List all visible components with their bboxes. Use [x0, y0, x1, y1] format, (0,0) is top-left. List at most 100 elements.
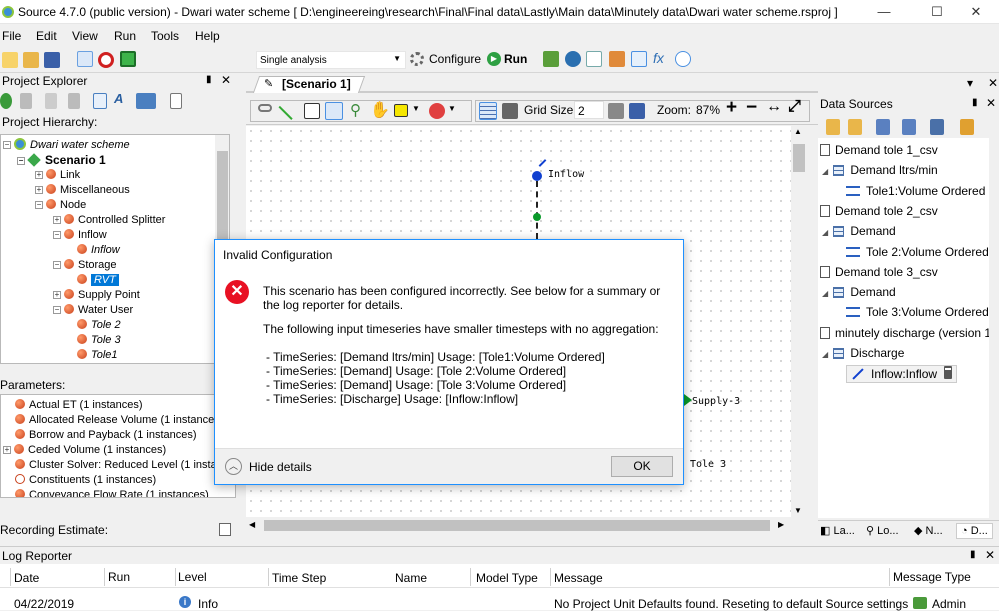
col-run[interactable]: Run — [108, 570, 130, 584]
new-project-icon[interactable] — [2, 52, 18, 68]
data-source-item[interactable]: ◢ Discharge — [822, 345, 904, 363]
pin-icon[interactable]: ▮ — [972, 97, 978, 108]
tab-close-button[interactable]: ✕ — [988, 76, 998, 90]
zoom-out-icon[interactable]: − — [746, 97, 757, 119]
expander-icon[interactable]: ◢ — [822, 350, 830, 359]
calculator-icon[interactable] — [120, 51, 136, 67]
function-icon[interactable]: fx — [653, 50, 664, 66]
col-message[interactable]: Message — [554, 571, 603, 585]
tree-item-controlled-splitter[interactable]: + Controlled Splitter — [53, 213, 165, 227]
grid-settings-icon[interactable] — [502, 103, 518, 119]
tree-item-tole2[interactable]: Tole 2 — [77, 318, 121, 332]
palette-icon[interactable] — [609, 51, 625, 67]
parameter-item[interactable]: Borrow and Payback (1 instances) — [15, 428, 197, 442]
tree-item-link[interactable]: + Link — [35, 168, 80, 182]
scroll-thumb[interactable] — [217, 151, 228, 241]
canvas-hscroll[interactable]: ◀ ▶ — [246, 517, 791, 534]
eye-tool-icon[interactable] — [325, 102, 343, 120]
tree-item-rvt[interactable]: RVT — [77, 273, 119, 287]
tree-item-water-user[interactable]: − Water User — [53, 303, 133, 317]
data-source-item[interactable]: Inflow:Inflow — [846, 365, 958, 384]
parameter-item[interactable]: Conveyance Flow Rate (1 instances) — [15, 488, 209, 497]
open-folder-icon[interactable] — [848, 119, 862, 135]
open-folder-icon[interactable] — [23, 52, 39, 68]
hand-tool-icon[interactable]: ✋ — [370, 100, 390, 120]
data-source-item[interactable]: ◢ Demand ltrs/min — [822, 162, 938, 180]
col-name[interactable]: Name — [395, 571, 427, 585]
data-source-item[interactable]: ◢ Demand — [822, 223, 896, 241]
chart-icon[interactable] — [586, 51, 602, 67]
data-source-item[interactable]: Tole 3:Volume Ordered — [846, 304, 999, 322]
tab-dropdown-icon[interactable]: ▾ — [967, 76, 973, 90]
close-panel-button[interactable]: ✕ — [986, 96, 996, 110]
copy-icon[interactable] — [20, 93, 32, 109]
record-icon[interactable] — [98, 52, 114, 68]
move-up-icon[interactable] — [876, 119, 890, 135]
analysis-mode-select[interactable]: Single analysis ▼ — [256, 51, 406, 69]
shape-tool-icon[interactable] — [394, 104, 408, 117]
col-date[interactable]: Date — [14, 571, 39, 585]
close-panel-button[interactable]: ✕ — [221, 73, 231, 87]
print-icon[interactable] — [608, 103, 624, 119]
select-icon[interactable] — [77, 51, 93, 67]
filter-icon[interactable] — [136, 93, 156, 109]
move-down-icon[interactable] — [902, 119, 916, 135]
grid-size-input[interactable]: 2 — [574, 101, 604, 119]
tab-data-sources[interactable]: ◔ D... — [956, 523, 993, 539]
close-panel-button[interactable]: ✕ — [985, 548, 995, 562]
tag-tool-icon[interactable] — [429, 103, 445, 119]
data-source-item[interactable]: Demand tole 1_csv — [820, 142, 938, 160]
expander-icon[interactable]: ◢ — [822, 167, 830, 176]
tree-item-tole1[interactable]: Tole1 — [77, 348, 118, 362]
run-play-icon[interactable]: ▶ — [487, 52, 501, 66]
hide-details-button[interactable]: Hide details — [249, 460, 312, 474]
tree-item-inflow-node[interactable]: Inflow — [77, 243, 120, 257]
chevron-down-icon[interactable]: ▼ — [448, 104, 456, 113]
save-canvas-icon[interactable] — [629, 103, 645, 119]
parameter-item[interactable]: + Ceded Volume (1 instances) — [3, 443, 166, 457]
close-window-button[interactable]: ✕ — [953, 0, 999, 24]
parameter-item[interactable]: Cluster Solver: Reduced Level (1 instanc… — [15, 458, 235, 472]
data-source-item[interactable]: minutely discharge (version 1)_xlsb — [820, 325, 999, 343]
fit-all-icon[interactable]: ⤢ — [788, 98, 801, 116]
tree-item-supply-point[interactable]: + Supply Point — [53, 288, 140, 302]
configure-button[interactable]: Configure — [429, 52, 481, 66]
col-time-step[interactable]: Time Step — [272, 571, 326, 585]
folder-icon[interactable] — [826, 119, 840, 135]
data-sources-scrollbar[interactable] — [989, 138, 999, 518]
scenario-tab[interactable]: [Scenario 1] — [282, 77, 351, 91]
layers-icon[interactable] — [543, 51, 559, 67]
note-tool-icon[interactable] — [304, 103, 320, 119]
pin-icon[interactable]: ▮ — [206, 74, 212, 85]
data-source-item[interactable]: Tole 2:Volume Ordered — [846, 244, 999, 262]
data-source-item[interactable]: Demand tole 2_csv — [820, 203, 938, 221]
globe-icon[interactable] — [565, 51, 581, 67]
save-icon[interactable] — [44, 52, 60, 68]
menu-run[interactable]: Run — [114, 29, 136, 43]
view-icon[interactable] — [93, 93, 107, 109]
fit-width-icon[interactable]: ↔ — [766, 98, 782, 116]
clipboard-icon[interactable] — [170, 93, 182, 109]
menu-edit[interactable]: Edit — [36, 29, 57, 43]
add-icon[interactable] — [0, 93, 12, 109]
inflow-node[interactable] — [532, 171, 542, 181]
link-midpoint[interactable] — [533, 213, 541, 221]
parameter-item[interactable]: Allocated Release Volume (1 instances) — [15, 413, 223, 427]
pin-icon[interactable]: ▮ — [970, 549, 976, 560]
link-line[interactable] — [536, 181, 538, 239]
scroll-left-icon[interactable]: ◀ — [249, 520, 255, 529]
scroll-right-icon[interactable]: ▶ — [778, 520, 784, 529]
parameter-item[interactable]: Actual ET (1 instances) — [15, 398, 143, 412]
col-model-type[interactable]: Model Type — [476, 571, 538, 585]
tab-locations[interactable]: ⚲ Lo... — [866, 524, 899, 537]
ok-button[interactable]: OK — [611, 456, 673, 477]
tree-item-storage[interactable]: − Storage — [53, 258, 117, 272]
timer-icon[interactable] — [675, 51, 691, 67]
menu-file[interactable]: File — [2, 29, 21, 43]
gear-icon[interactable] — [410, 52, 424, 66]
data-source-item[interactable]: Tole1:Volume Ordered — [846, 183, 999, 201]
tree-item-misc[interactable]: + Miscellaneous — [35, 183, 130, 197]
tree-item-inflow[interactable]: − Inflow — [53, 228, 107, 242]
expander-icon[interactable]: ◢ — [822, 228, 830, 237]
data-source-item[interactable]: ◢ Demand — [822, 284, 896, 302]
